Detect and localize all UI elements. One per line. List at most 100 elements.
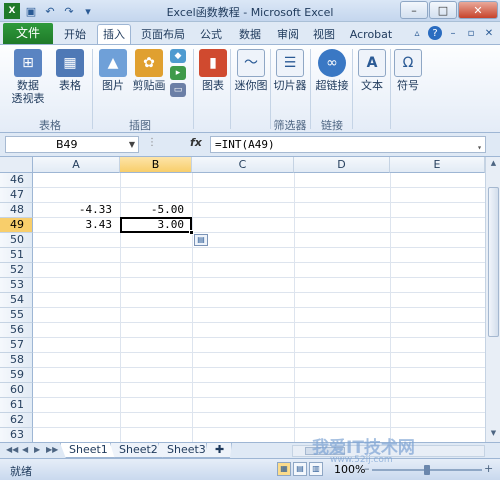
tab-data[interactable]: 数据 [234,25,266,44]
screenshot-icon[interactable]: ▭ [170,83,186,97]
close-button[interactable]: ✕ [458,1,498,19]
row-header-51[interactable]: 51 [0,248,33,263]
row-header-54[interactable]: 54 [0,293,33,308]
minimize-button[interactable]: – [400,1,428,19]
scroll-up-icon[interactable]: ▲ [488,159,499,171]
page-break-view-icon[interactable]: ▥ [309,462,323,476]
minimize-ribbon-icon[interactable]: ▵ [410,26,424,40]
tab-formulas[interactable]: 公式 [196,25,226,44]
cell-a49[interactable]: 3.43 [33,218,120,233]
column-header-b[interactable]: B [120,157,192,173]
column-header-d[interactable]: D [294,157,390,173]
sheet-tab-2[interactable]: Sheet2 [110,443,167,458]
separator [390,49,391,129]
worksheet-grid[interactable]: A B C D E 46 47 48 49 50 51 52 53 54 55 56 57 58 59 60… [0,156,500,443]
row-header-56[interactable]: 56 [0,323,33,338]
vertical-scroll-thumb[interactable] [488,187,499,337]
row-header-63[interactable]: 63 [0,428,33,443]
tab-insert[interactable]: 插入 [97,24,131,45]
sheet-tab-3[interactable]: Sheet3 [158,443,215,458]
table-button[interactable]: ▦ 表格 [52,49,88,92]
gridline [33,277,485,278]
slicer-label: 切片器 [273,79,307,92]
tab-home[interactable]: 开始 [60,25,90,44]
row-header-48[interactable]: 48 [0,203,33,218]
gridline [33,352,485,353]
page-layout-view-icon[interactable]: ▤ [293,462,307,476]
row-header-49[interactable]: 49 [0,218,33,233]
zoom-in-icon[interactable]: + [484,462,493,475]
gridline [390,173,391,443]
first-sheet-icon[interactable]: ◀◀ [6,445,18,454]
hyperlink-button[interactable]: ∞ 超链接 [314,49,350,92]
expand-formula-icon[interactable]: ▾ [477,140,482,155]
shapes-smartart-buttons: ◆ ▸ ▭ [168,49,188,97]
gridline [33,382,485,383]
clipart-label: 剪贴画 [132,79,166,92]
column-header-a[interactable]: A [33,157,120,173]
scroll-down-icon[interactable]: ▼ [488,429,499,441]
chevron-down-icon[interactable]: ▼ [129,137,135,152]
tab-acrobat[interactable]: Acrobat [348,25,394,44]
row-header-60[interactable]: 60 [0,383,33,398]
row-header-53[interactable]: 53 [0,278,33,293]
symbol-button[interactable]: Ω 符号 [394,49,422,92]
gridline [294,173,295,443]
row-header-57[interactable]: 57 [0,338,33,353]
column-header-c[interactable]: C [192,157,294,173]
picture-icon: ▲ [99,49,127,77]
text-button[interactable]: A 文本 [358,49,386,92]
name-box[interactable]: B49 ▼ [5,136,139,153]
table-icon: ▦ [56,49,84,77]
doc-restore-icon[interactable]: ▫ [464,26,478,40]
insert-sheet-icon[interactable]: ✚ [206,443,232,458]
pivot-table-button[interactable]: ⊞ 数据 透视表 [8,49,48,105]
status-bar: 就绪 ▦ ▤ ▥ 100% – + [0,458,500,480]
next-sheet-icon[interactable]: ▶ [34,445,40,454]
row-header-59[interactable]: 59 [0,368,33,383]
doc-close-icon[interactable]: ✕ [482,26,496,40]
row-header-58[interactable]: 58 [0,353,33,368]
formula-input[interactable]: =INT(A49) ▾ [210,136,486,153]
clipart-button[interactable]: ✿ 剪贴画 [130,49,168,92]
tab-view[interactable]: 视图 [310,25,338,44]
maximize-button[interactable]: □ [429,1,457,19]
help-icon[interactable]: ? [428,26,442,40]
symbol-icon: Ω [394,49,422,77]
cell-a48[interactable]: -4.33 [33,203,120,218]
row-header-62[interactable]: 62 [0,413,33,428]
row-header-52[interactable]: 52 [0,263,33,278]
row-header-55[interactable]: 55 [0,308,33,323]
normal-view-icon[interactable]: ▦ [277,462,291,476]
gridline [33,337,485,338]
row-header-47[interactable]: 47 [0,188,33,203]
slicer-button[interactable]: ☰ 切片器 [272,49,308,92]
row-header-46[interactable]: 46 [0,173,33,188]
select-all-corner[interactable] [0,157,33,173]
last-sheet-icon[interactable]: ▶▶ [46,445,58,454]
column-header-e[interactable]: E [390,157,485,173]
hyperlink-label: 超链接 [315,79,349,92]
gridline [33,427,485,428]
tab-page-layout[interactable]: 页面布局 [138,25,188,44]
insert-function-button[interactable]: fx [190,136,202,149]
zoom-slider-thumb[interactable] [424,465,430,475]
sparkline-button[interactable]: 〜 迷你图 [232,49,270,92]
symbol-label: 符号 [397,79,419,92]
chart-button[interactable]: ▮ 图表 [198,49,228,92]
picture-button[interactable]: ▲ 图片 [96,49,130,92]
auto-fill-options-icon[interactable]: ▤ [194,234,208,246]
vertical-scrollbar[interactable]: ▲ ▼ [485,157,500,443]
shapes-icon[interactable]: ◆ [170,49,186,63]
watermark-url: www.52ij.com [330,455,393,465]
gridline [33,247,485,248]
row-header-61[interactable]: 61 [0,398,33,413]
tab-review[interactable]: 审阅 [274,25,302,44]
doc-minimize-icon[interactable]: – [446,26,460,40]
file-tab[interactable]: 文件 [3,23,53,44]
cell-b48[interactable]: -5.00 [120,203,192,218]
row-header-50[interactable]: 50 [0,233,33,248]
smartart-icon[interactable]: ▸ [170,66,186,80]
prev-sheet-icon[interactable]: ◀ [22,445,28,454]
hyperlink-icon: ∞ [318,49,346,77]
